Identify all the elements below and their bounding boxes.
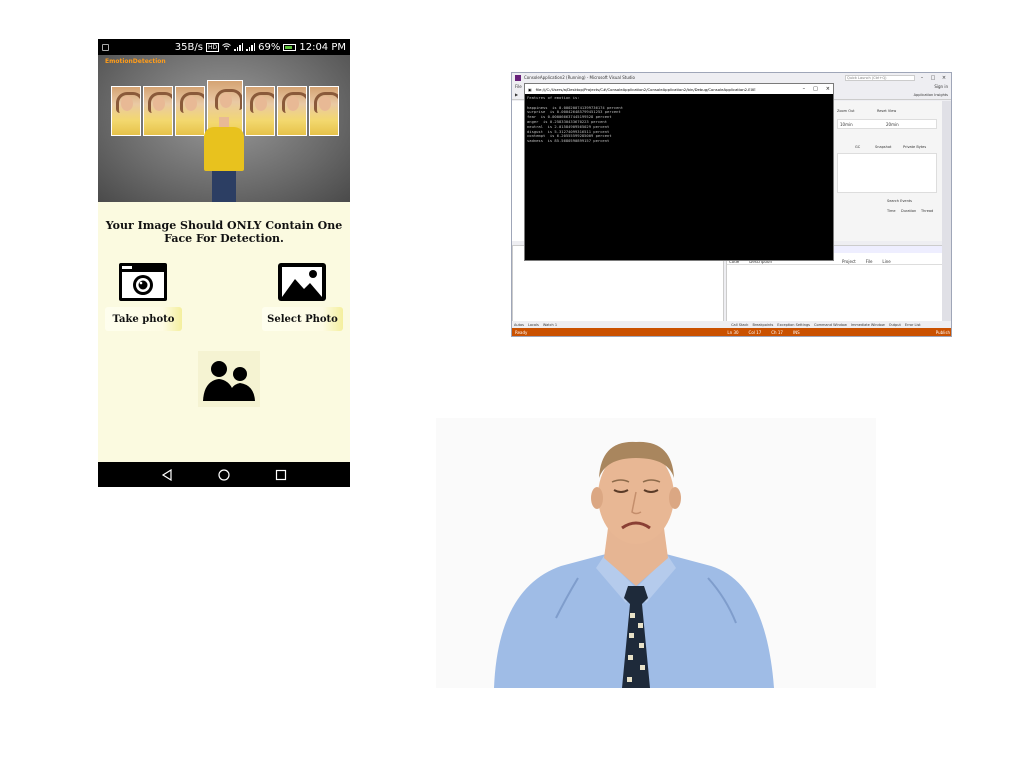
timeline-tick: 20min <box>886 122 899 127</box>
hero-banner: EmotionDetection <box>98 55 350 202</box>
app-brand: EmotionDetection <box>105 58 166 65</box>
camera-icon[interactable] <box>118 261 168 303</box>
image-icon[interactable] <box>277 261 327 303</box>
tab-watch[interactable]: Watch 1 <box>543 323 557 327</box>
console-title: file:///C:/Users/a/Desktop/Projects/C#/C… <box>535 86 756 92</box>
android-app-screen: 35B/s HD 69% 12:04 PM EmotionDetection Y… <box>98 39 350 487</box>
signal-icon <box>234 43 244 51</box>
people-icon[interactable] <box>198 351 260 407</box>
zoom-out-button[interactable]: Zoom Out <box>837 109 855 115</box>
toolbar-icon[interactable]: ▶ <box>515 92 518 97</box>
events-col-duration: Duration <box>901 209 917 213</box>
timeline-box: 10min 20min <box>837 119 937 129</box>
console-maximize-icon[interactable]: □ <box>813 86 818 92</box>
tab-output[interactable]: Output <box>889 323 901 327</box>
vs-logo-icon <box>515 74 521 81</box>
battery-icon <box>283 43 297 51</box>
search-events-input[interactable]: Search Events <box>887 199 912 205</box>
events-col-time: Time <box>887 209 896 213</box>
screen-canvas: 35B/s HD 69% 12:04 PM EmotionDetection Y… <box>0 0 1024 768</box>
tab-error-list[interactable]: Error List <box>905 323 921 327</box>
network-speed: 35B/s <box>174 41 203 53</box>
wifi-icon <box>222 42 231 53</box>
tab-immediate-window[interactable]: Immediate Window <box>851 323 885 327</box>
console-output: Features of emotion is: happiness is 0.0… <box>527 95 624 144</box>
publish-button[interactable]: Publish <box>936 330 950 335</box>
console-minimize-icon[interactable]: – <box>803 86 806 92</box>
tab-autos[interactable]: Autos <box>514 323 524 327</box>
visual-studio-window: ConsoleApplication2 (Running) - Microsof… <box>511 72 952 337</box>
col-project[interactable]: Project <box>842 259 856 264</box>
quick-launch-input[interactable]: Quick Launch (Ctrl+Q) <box>845 74 915 81</box>
take-photo-button[interactable]: Take photo <box>105 307 182 331</box>
select-photo-button[interactable]: Select Photo <box>262 307 343 331</box>
events-col-thread: Thread <box>921 209 934 213</box>
snapshot-legend: Snapshot <box>875 145 892 149</box>
console-icon: ▣ <box>528 86 532 92</box>
back-icon[interactable] <box>161 468 173 481</box>
col-line[interactable]: Line <box>882 259 890 264</box>
emotion-thumb <box>277 86 307 136</box>
emotion-thumb <box>309 86 339 136</box>
tab-exception-settings[interactable]: Exception Settings <box>777 323 810 327</box>
status-ch: Ch 17 <box>771 329 783 335</box>
clock: 12:04 PM <box>299 41 346 53</box>
col-file[interactable]: File <box>866 259 873 264</box>
tab-command-window[interactable]: Command Window <box>814 323 847 327</box>
home-icon[interactable] <box>218 468 230 481</box>
status-col: Col 17 <box>748 329 762 335</box>
hd-icon: HD <box>205 42 220 52</box>
sign-in-link[interactable]: Sign in <box>934 84 948 89</box>
reset-view-button[interactable]: Reset View <box>877 109 896 115</box>
private-bytes-legend: Private Bytes <box>903 145 927 149</box>
status-ins: INS <box>792 329 800 335</box>
vs-title-bar: ConsoleApplication2 (Running) - Microsof… <box>512 73 951 82</box>
emotion-thumb <box>143 86 173 136</box>
menu-item[interactable]: File <box>515 84 522 89</box>
tab-locals[interactable]: Locals <box>528 323 539 327</box>
console-title-bar: ▣ file:///C:/Users/a/Desktop/Projects/C#… <box>525 84 833 94</box>
gc-legend: GC <box>855 145 861 149</box>
action-area: Take photo Select Photo <box>98 261 350 461</box>
android-nav-bar <box>98 462 350 487</box>
minimize-icon[interactable]: – <box>918 75 926 81</box>
tab-call-stack[interactable]: Call Stack <box>731 323 748 327</box>
android-status-bar: 35B/s HD 69% 12:04 PM <box>98 39 350 55</box>
instruction-text: Your Image Should ONLY Contain One Face … <box>105 219 343 245</box>
sad-man-photo <box>436 418 876 688</box>
console-close-icon[interactable]: × <box>826 86 830 92</box>
console-window: ▣ file:///C:/Users/a/Desktop/Projects/C#… <box>524 83 834 261</box>
status-ready: Ready <box>515 329 528 335</box>
maximize-icon[interactable]: □ <box>929 75 937 81</box>
tab-breakpoints[interactable]: Breakpoints <box>752 323 773 327</box>
status-line: Ln 30 <box>727 329 739 335</box>
bottom-tabs: Autos Locals Watch 1 Call Stack Breakpoi… <box>512 321 951 328</box>
solution-explorer-tab[interactable] <box>942 101 951 323</box>
close-icon[interactable]: × <box>940 75 948 81</box>
memory-graph <box>837 153 937 193</box>
signal-icon-2 <box>246 43 256 51</box>
emotion-thumb <box>111 86 141 136</box>
timeline-tick: 10min <box>840 122 853 127</box>
hero-woman-figure <box>198 107 250 202</box>
vs-window-title: ConsoleApplication2 (Running) - Microsof… <box>524 75 635 80</box>
battery-percent: 69% <box>258 41 281 53</box>
notification-icon <box>102 43 109 51</box>
vs-status-bar: Ready Ln 30 Col 17 Ch 17 INS Publish <box>512 328 951 336</box>
recents-icon[interactable] <box>275 469 287 481</box>
app-insights-button[interactable]: Application Insights <box>914 93 948 97</box>
